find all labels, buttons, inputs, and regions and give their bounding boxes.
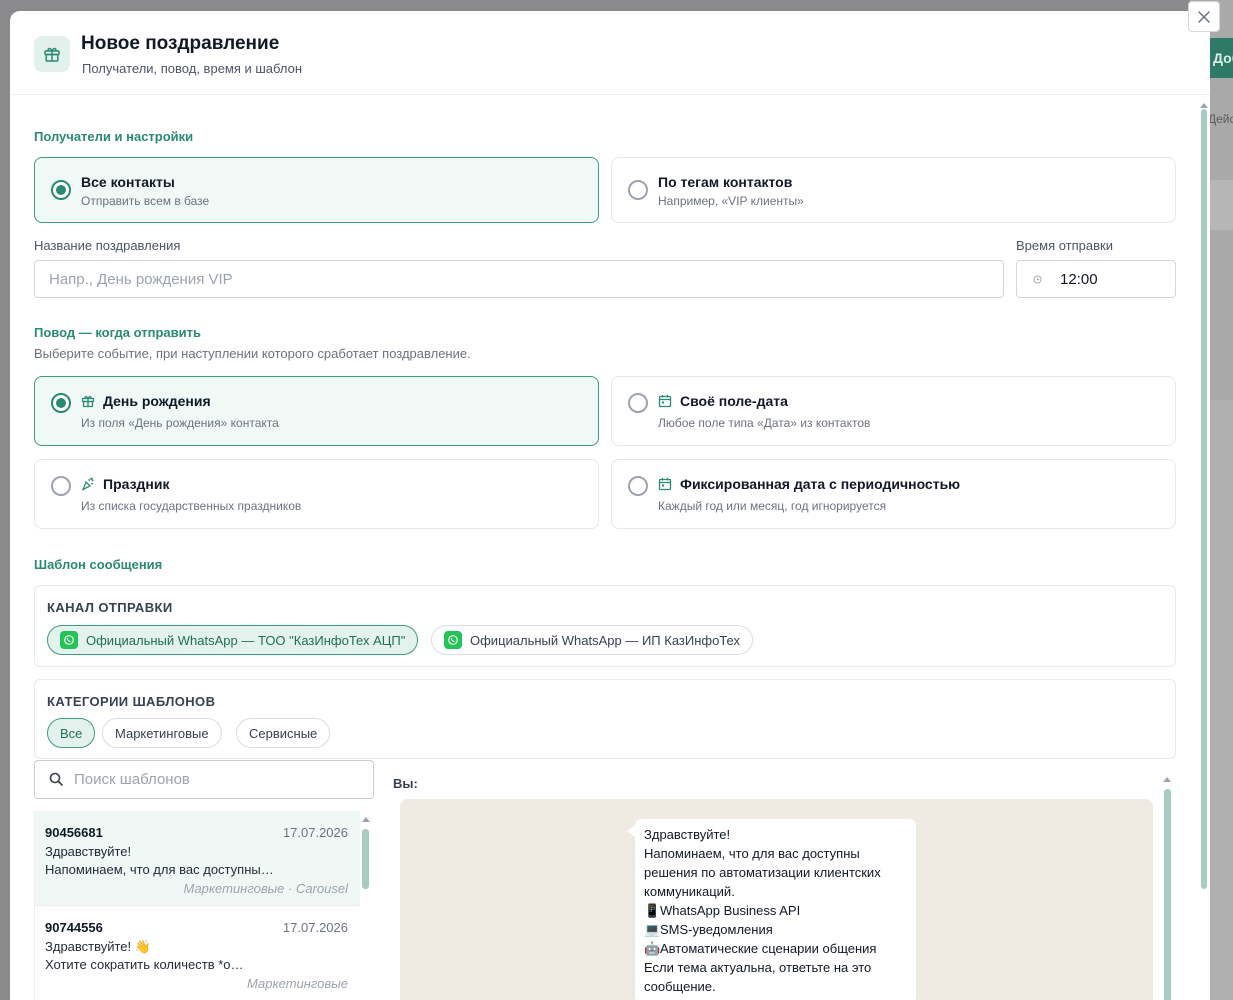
radio-custom-date[interactable] (628, 393, 648, 413)
scroll-up-arrow-icon[interactable] (362, 817, 370, 822)
template-date: 17.07.2026 (282, 920, 348, 935)
search-icon (49, 772, 64, 787)
new-greeting-modal: Новое поздравление Получатели, повод, вр… (10, 11, 1210, 1000)
scrollbar-thumb[interactable] (1164, 789, 1171, 1000)
option-subtitle: Из списка государственных праздников (81, 499, 302, 513)
template-category: Маркетинговые · Carousel (183, 881, 348, 896)
phone-emoji-icon: 📱 (644, 903, 661, 918)
recipients-section-title: Получатели и настройки (34, 129, 194, 144)
name-field-label: Название поздравления (34, 238, 181, 253)
template-id: 90456681 (45, 825, 103, 840)
whatsapp-icon (444, 631, 462, 649)
bubble-line: решения по автоматизации клиентских (644, 865, 881, 880)
radio-holiday[interactable] (51, 476, 71, 496)
template-preview-line: Здравствуйте! (45, 844, 132, 859)
option-title: Все контакты (81, 174, 175, 190)
template-section-title: Шаблон сообщения (34, 557, 163, 572)
send-time-input[interactable]: 12:00 (1016, 260, 1176, 298)
category-chip-marketing[interactable]: Маркетинговые (102, 718, 222, 748)
template-date: 17.07.2026 (282, 825, 348, 840)
scroll-up-arrow-icon[interactable] (1200, 103, 1208, 108)
option-subtitle: Любое поле типа «Дата» из контактов (658, 416, 871, 430)
bubble-line: Здравствуйте! (644, 827, 731, 842)
option-title: День рождения (81, 393, 211, 409)
bubble-line: 📱WhatsApp Business API (644, 903, 801, 918)
whatsapp-icon (60, 631, 78, 649)
background-panel (1208, 400, 1233, 1000)
occasion-section-title: Повод — когда отправить (34, 325, 201, 340)
occasion-option-birthday[interactable]: День рождения Из поля «День рождения» ко… (34, 376, 599, 446)
option-title: По тегам контактов (658, 174, 793, 190)
category-chip-service[interactable]: Сервисные (236, 718, 331, 748)
template-search-input[interactable]: Поиск шаблонов (34, 760, 374, 799)
option-subtitle: Каждый год или месяц, год игнорируется (658, 499, 887, 513)
modal-title: Новое поздравление (81, 33, 280, 54)
bubble-line: Если тема актуальна, ответьте на это (644, 960, 872, 975)
recipient-option-tags[interactable]: По тегам контактов Например, «VIP клиент… (611, 157, 1176, 223)
radio-fixed-date[interactable] (628, 476, 648, 496)
bubble-line: 💻SMS-уведомления (644, 922, 773, 937)
template-preview-line: Напоминаем, что для вас доступны… (45, 862, 274, 877)
option-title: Праздник (81, 476, 170, 492)
bubble-line: коммуникаций. (644, 884, 735, 899)
time-field-label: Время отправки (1016, 238, 1113, 253)
channel-card: КАНАЛ ОТПРАВКИ Официальный WhatsApp — ТО… (34, 585, 1176, 667)
option-subtitle: Из поля «День рождения» контакта (81, 416, 279, 430)
channel-chip-too[interactable]: Официальный WhatsApp — ТОО "КазИнфоТех А… (47, 625, 419, 655)
clock-icon (1033, 274, 1042, 284)
bubble-line: Напоминаем, что для вас доступны (644, 846, 860, 861)
modal-subtitle: Получатели, повод, время и шаблон (82, 61, 303, 76)
modal-scrollbar[interactable] (1199, 103, 1208, 993)
template-list-scrollbar[interactable] (360, 811, 372, 1000)
background-text: Действия (1208, 112, 1233, 126)
header-gift-icon (34, 36, 70, 72)
option-subtitle: Например, «VIP клиенты» (658, 194, 804, 208)
modal-body: Получатели и настройки Все контакты Отпр… (10, 95, 1210, 1000)
scroll-up-arrow-icon[interactable] (1163, 777, 1171, 782)
option-title: Фиксированная дата с периодичностью (658, 476, 960, 492)
close-icon (1198, 10, 1210, 23)
template-id: 90744556 (45, 920, 103, 935)
radio-all-contacts[interactable] (51, 180, 71, 200)
occasion-section-subtitle: Выберите событие, при наступлении которо… (34, 346, 471, 361)
laptop-emoji-icon: 💻 (644, 922, 661, 937)
scrollbar-thumb[interactable] (1201, 109, 1207, 889)
recipient-option-all[interactable]: Все контакты Отправить всем в базе (34, 157, 599, 223)
template-list-item[interactable]: 90456681 17.07.2026 Здравствуйте! Напоми… (35, 811, 360, 906)
bubble-line: 🤖Автоматические сценарии общения (644, 941, 877, 956)
calendar-icon (658, 395, 672, 408)
message-preview: Здравствуйте! Напоминаем, что для вас до… (400, 799, 1153, 1000)
channel-label: КАНАЛ ОТПРАВКИ (47, 600, 173, 615)
calendar-icon (658, 478, 672, 491)
template-category: Маркетинговые (247, 976, 348, 991)
preview-scrollbar[interactable] (1162, 775, 1172, 1000)
channel-chip-ip[interactable]: Официальный WhatsApp — ИП КазИнфоТех (431, 625, 753, 655)
background-panel (1208, 180, 1233, 230)
template-list: 90456681 17.07.2026 Здравствуйте! Напоми… (34, 811, 374, 1000)
option-subtitle: Отправить всем в базе (81, 194, 210, 208)
radio-by-tags[interactable] (628, 180, 648, 200)
time-value: 12:00 (1060, 270, 1098, 288)
option-title: Своё поле-дата (658, 393, 788, 409)
preview-sender-label: Вы: (393, 776, 418, 791)
robot-emoji-icon: 🤖 (644, 941, 661, 956)
party-icon (81, 477, 94, 491)
message-bubble: Здравствуйте! Напоминаем, что для вас до… (627, 819, 916, 1000)
modal-header: Новое поздравление Получатели, повод, вр… (10, 11, 1210, 95)
scrollbar-thumb[interactable] (362, 829, 369, 889)
template-preview-line: Хотите сократить количеств *о… (45, 957, 244, 972)
template-preview-line: Здравствуйте! 👋 (45, 939, 151, 954)
close-button[interactable] (1188, 1, 1220, 32)
occasion-option-holiday[interactable]: Праздник Из списка государственных празд… (34, 459, 599, 529)
radio-birthday[interactable] (51, 393, 71, 413)
occasion-option-custom-date[interactable]: Своё поле-дата Любое поле типа «Дата» из… (611, 376, 1176, 446)
gift-icon (81, 395, 95, 408)
template-list-item[interactable]: 90744556 17.07.2026 Здравствуйте! 👋 Хоти… (35, 906, 360, 1000)
category-chip-all[interactable]: Все (47, 718, 96, 748)
categories-card: КАТЕГОРИИ ШАБЛОНОВ Все Маркетинговые Сер… (34, 679, 1176, 759)
greeting-name-input[interactable]: Напр., День рождения VIP (34, 260, 1004, 298)
categories-label: КАТЕГОРИИ ШАБЛОНОВ (47, 694, 216, 709)
bubble-line: сообщение. (644, 979, 716, 994)
occasion-option-fixed-date[interactable]: Фиксированная дата с периодичностью Кажд… (611, 459, 1176, 529)
